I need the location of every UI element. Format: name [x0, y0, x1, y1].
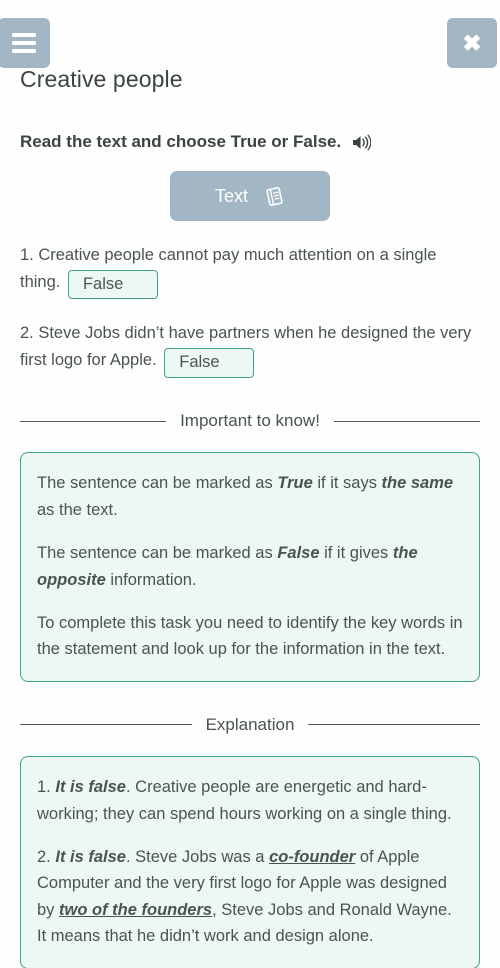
text-fragment: if it gives: [319, 544, 393, 563]
explanation-heading: Explanation: [205, 714, 295, 734]
divider-rule-right: [308, 724, 480, 726]
close-button[interactable]: ✖: [447, 18, 497, 68]
emphasis-co-founder: co-founder: [269, 848, 356, 867]
close-icon: ✖: [462, 29, 482, 56]
emphasis-two-of-the-founders: two of the founders: [59, 900, 213, 919]
open-text-button[interactable]: Text: [170, 171, 330, 221]
emphasis-it-is-false: It is false: [55, 848, 126, 867]
text-fragment: The sentence can be marked as: [37, 544, 278, 563]
explanation-item-2: 2. It is false. Steve Jobs was a co-foun…: [37, 844, 463, 950]
question-1-answer[interactable]: False: [67, 269, 158, 300]
divider-rule-left: [20, 420, 167, 422]
emphasis-the-same: the same: [381, 474, 454, 493]
open-text-button-label: Text: [214, 185, 248, 206]
question-2: 2. Steve Jobs didn’t have partners when …: [20, 320, 480, 378]
lesson-page: ✖ Creative people Read the text and choo…: [0, 0, 500, 968]
question-2-answer[interactable]: False: [164, 348, 255, 378]
speaker-icon[interactable]: [352, 134, 372, 151]
emphasis-false: False: [277, 544, 320, 563]
explanation-item-1: 1. It is false. Creative people are ener…: [37, 774, 463, 827]
page-title: Creative people: [20, 66, 183, 92]
divider-rule-left: [20, 724, 192, 726]
important-to-know-box: The sentence can be marked as True if it…: [20, 452, 480, 682]
question-1: 1. Creative people cannot pay much atten…: [20, 242, 480, 300]
explanation-box: 1. It is false. Creative people are ener…: [20, 756, 480, 968]
important-heading: Important to know!: [180, 410, 320, 430]
book-icon: [264, 186, 285, 207]
text-fragment: . Steve Jobs was a: [125, 848, 270, 867]
task-instruction-row: Read the text and choose True or False.: [20, 132, 480, 152]
text-fragment: 2.: [37, 848, 56, 867]
explanation-divider: Explanation: [20, 713, 480, 738]
text-fragment: if it says: [312, 474, 382, 493]
important-paragraph-2: The sentence can be marked as False if i…: [37, 540, 463, 593]
important-divider: Important to know!: [20, 409, 480, 434]
important-paragraph-1: The sentence can be marked as True if it…: [37, 470, 463, 523]
divider-rule-right: [333, 420, 480, 422]
important-paragraph-3: To complete this task you need to identi…: [37, 613, 463, 659]
text-fragment: The sentence can be marked as: [37, 474, 278, 493]
hamburger-menu-icon: [12, 33, 36, 53]
text-button-row: Text: [20, 171, 480, 221]
top-bar: ✖ Creative people: [0, 0, 500, 92]
lesson-content: Read the text and choose True or False. …: [0, 100, 500, 968]
emphasis-it-is-false: It is false: [55, 778, 126, 797]
task-instruction: Read the text and choose True or False.: [20, 132, 342, 151]
hamburger-menu-button[interactable]: [0, 18, 50, 68]
text-fragment: information.: [105, 570, 197, 589]
text-fragment: 1.: [37, 778, 56, 797]
emphasis-true: True: [277, 474, 313, 493]
text-fragment: as the text.: [37, 500, 118, 519]
